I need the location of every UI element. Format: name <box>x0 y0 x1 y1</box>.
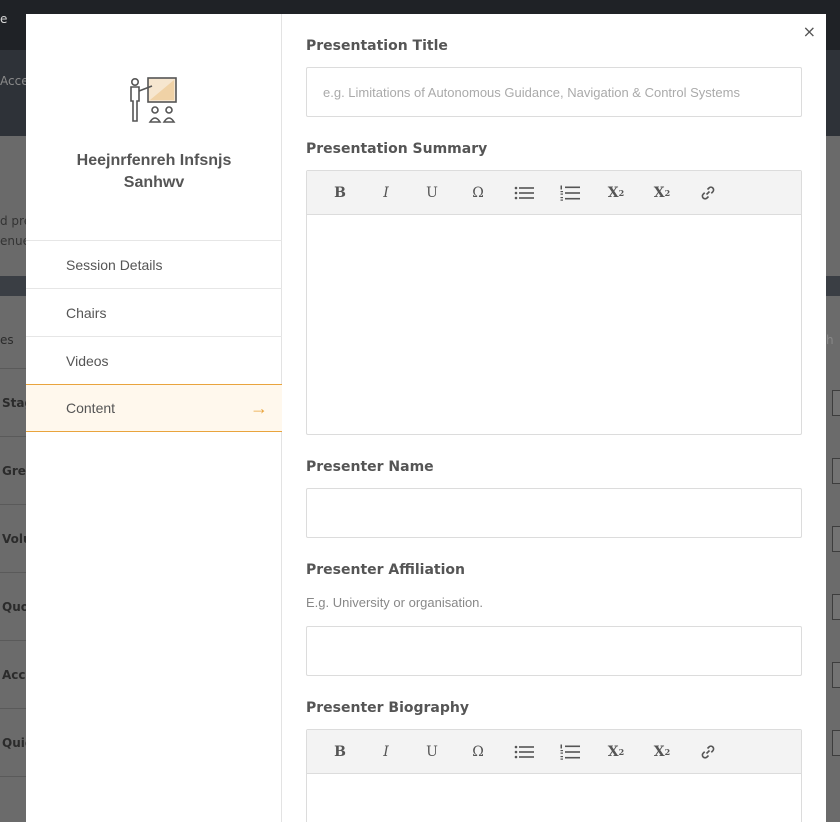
nav-item-chairs[interactable]: Chairs <box>26 288 282 336</box>
bg-row-action <box>832 594 840 620</box>
content-modal: Heejnrfenreh Infsnjs Sanhwv Session Deta… <box>26 14 826 822</box>
presenter-affiliation-hint: E.g. University or organisation. <box>306 595 484 610</box>
bg-row-action <box>832 730 840 756</box>
bg-divider <box>0 504 26 505</box>
close-icon[interactable]: × <box>803 22 816 41</box>
link-icon[interactable] <box>685 171 731 215</box>
editor-toolbar: B I U Ω X2 X2 <box>307 730 801 774</box>
subscript-button[interactable]: X2 <box>639 171 685 215</box>
superscript-label: X <box>607 743 619 760</box>
bulleted-list-icon[interactable] <box>501 171 547 215</box>
arrow-right-icon: → <box>250 397 268 418</box>
bg-filter-text: es <box>0 333 14 347</box>
bg-header-text: e <box>0 12 8 26</box>
presenter-name-field[interactable] <box>306 488 802 538</box>
bg-search-text: h <box>826 333 834 347</box>
bg-row-action <box>832 458 840 484</box>
presentation-summary-label: Presentation Summary <box>306 141 488 157</box>
bg-row-label: Acc <box>2 668 26 682</box>
presenter-biography-editor: B I U Ω X2 X2 <box>306 729 802 822</box>
bg-divider <box>0 776 26 777</box>
superscript-button[interactable]: X2 <box>593 171 639 215</box>
nav-item-videos[interactable]: Videos <box>26 336 282 384</box>
italic-button[interactable]: I <box>363 171 409 215</box>
italic-button[interactable]: I <box>363 730 409 774</box>
superscript-label: X <box>607 184 619 201</box>
summary-text-area[interactable] <box>307 215 801 434</box>
modal-nav: Session Details Chairs Videos Content → <box>26 240 282 432</box>
bg-row-action <box>832 526 840 552</box>
presenter-affiliation-field[interactable] <box>306 626 802 676</box>
nav-label: Videos <box>66 352 109 369</box>
presentation-summary-editor: B I U Ω X2 X2 <box>306 170 802 435</box>
special-character-button[interactable]: Ω <box>455 730 501 774</box>
nav-label: Content <box>66 400 116 416</box>
bg-row-label: Quo <box>2 600 29 614</box>
presenter-name-label: Presenter Name <box>306 459 434 475</box>
nav-item-content[interactable]: Content → <box>26 384 282 432</box>
presentation-title-field[interactable] <box>306 67 802 117</box>
presenter-affiliation-label: Presenter Affiliation <box>306 562 465 578</box>
presentation-icon <box>126 74 184 128</box>
superscript-mark: 2 <box>618 187 625 198</box>
subscript-mark: 2 <box>664 187 671 198</box>
superscript-button[interactable]: X2 <box>593 730 639 774</box>
subscript-label: X <box>653 184 665 201</box>
bold-button[interactable]: B <box>317 730 363 774</box>
bold-button[interactable]: B <box>317 171 363 215</box>
bg-row-action <box>832 662 840 688</box>
subscript-mark: 2 <box>664 746 671 757</box>
presentation-title-input[interactable] <box>307 68 801 116</box>
biography-text-area[interactable] <box>307 774 801 822</box>
bg-divider <box>0 436 26 437</box>
underline-button[interactable]: U <box>409 171 455 215</box>
presenter-name-input[interactable] <box>307 489 801 537</box>
numbered-list-icon[interactable] <box>547 171 593 215</box>
bg-divider <box>0 368 26 369</box>
bg-divider <box>0 572 26 573</box>
link-icon[interactable] <box>685 730 731 774</box>
special-character-button[interactable]: Ω <box>455 171 501 215</box>
bg-divider <box>0 640 26 641</box>
presentation-title-label: Presentation Title <box>306 38 448 54</box>
underline-button[interactable]: U <box>409 730 455 774</box>
modal-sidebar: Heejnrfenreh Infsnjs Sanhwv Session Deta… <box>26 14 282 822</box>
superscript-mark: 2 <box>618 746 625 757</box>
event-title: Heejnrfenreh Infsnjs Sanhwv <box>76 152 232 191</box>
subscript-button[interactable]: X2 <box>639 730 685 774</box>
editor-toolbar: B I U Ω X2 X2 <box>307 171 801 215</box>
nav-label: Chairs <box>66 304 107 321</box>
presenter-biography-label: Presenter Biography <box>306 700 469 716</box>
nav-label: Session Details <box>66 256 163 273</box>
bg-row-action <box>832 390 840 416</box>
nav-item-session-details[interactable]: Session Details <box>26 240 282 288</box>
presenter-affiliation-input[interactable] <box>307 627 801 675</box>
numbered-list-icon[interactable] <box>547 730 593 774</box>
bulleted-list-icon[interactable] <box>501 730 547 774</box>
bg-divider <box>0 708 26 709</box>
subscript-label: X <box>653 743 665 760</box>
